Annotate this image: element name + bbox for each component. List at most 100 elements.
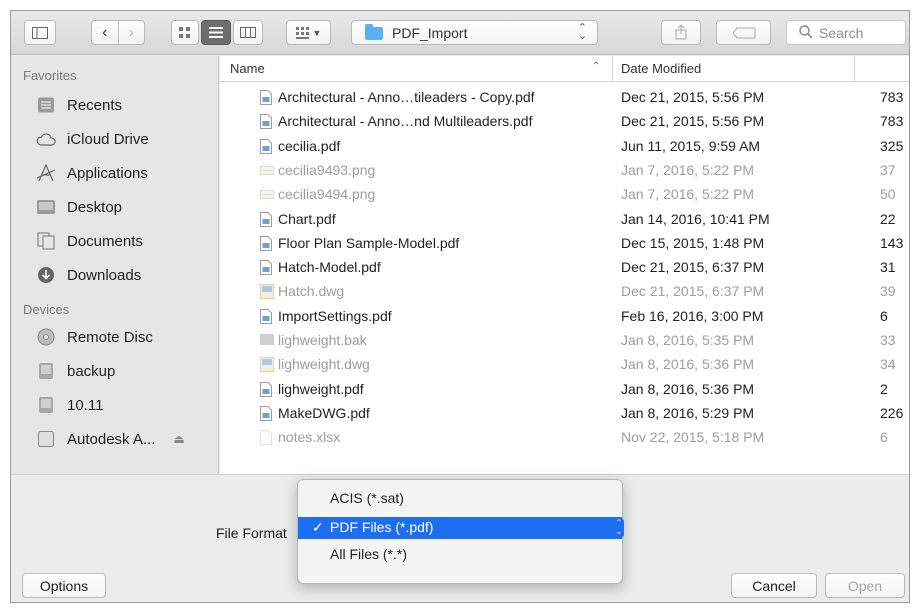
- file-name: cecilia9494.png: [278, 186, 376, 203]
- updown-arrows-icon: ⌃ ⌄: [577, 22, 587, 42]
- file-date-modified: Jan 7, 2016, 5:22 PM: [621, 186, 755, 203]
- file-format-label: File Format: [216, 525, 287, 541]
- file-date-modified: Jan 8, 2016, 5:36 PM: [621, 380, 755, 397]
- file-size: 33: [880, 332, 896, 348]
- sidebar-toggle-button[interactable]: [24, 20, 56, 45]
- sidebar-item-recents[interactable]: Recents: [35, 92, 122, 118]
- name-column-header[interactable]: Name: [230, 61, 265, 76]
- file-row[interactable]: Chart.pdf Jan 14, 2016, 10:41 PM 22: [220, 208, 909, 232]
- file-size: 6: [880, 429, 888, 446]
- share-button[interactable]: [661, 20, 701, 45]
- folder-icon: [365, 24, 383, 40]
- image-file-icon: [260, 163, 274, 178]
- devices-heading: Devices: [23, 302, 70, 317]
- pdf-file-icon: [260, 235, 272, 251]
- file-row[interactable]: ImportSettings.pdf Feb 16, 2016, 3:00 PM 6: [220, 305, 909, 329]
- file-date-modified: Dec 21, 2015, 6:37 PM: [621, 259, 765, 276]
- sidebar-item-label: backup: [67, 362, 116, 380]
- menu-item-label: ACIS (*.sat): [330, 490, 404, 506]
- file-date-modified: Jan 8, 2016, 5:35 PM: [621, 332, 755, 348]
- file-row[interactable]: Hatch-Model.pdf Dec 21, 2015, 6:37 PM 31: [220, 256, 909, 280]
- cloud-icon: [35, 129, 57, 149]
- file-row[interactable]: MakeDWG.pdf Jan 8, 2016, 5:29 PM 226: [220, 402, 909, 426]
- date-modified-column-header[interactable]: Date Modified: [621, 61, 701, 76]
- pdf-file-icon: [260, 114, 272, 130]
- pdf-file-icon: [260, 405, 272, 421]
- file-row[interactable]: Architectural - Anno…tileaders - Copy.pd…: [220, 86, 909, 110]
- sidebar-item-documents[interactable]: Documents: [35, 228, 143, 254]
- file-name: Hatch.dwg: [278, 283, 345, 300]
- menu-item-acis[interactable]: ACIS (*.sat): [298, 488, 622, 510]
- pdf-file-icon: [260, 211, 272, 227]
- file-date-modified: Jan 8, 2016, 5:29 PM: [621, 404, 755, 421]
- file-size: 22: [880, 210, 896, 227]
- file-row: Hatch.dwg Dec 21, 2015, 6:37 PM 39: [220, 280, 909, 304]
- column-view-button[interactable]: [233, 20, 263, 45]
- options-button[interactable]: Options: [22, 573, 106, 598]
- open-file-dialog: ‹ › ▼ PDF_Import ⌃ ⌄ Search Favorites Re…: [10, 10, 910, 603]
- sidebar-item-desktop[interactable]: Desktop: [35, 194, 122, 220]
- path-folder-name: PDF_Import: [392, 25, 468, 41]
- arrange-button[interactable]: ▼: [286, 20, 331, 45]
- file-date-modified: Dec 15, 2015, 1:48 PM: [621, 234, 765, 251]
- sidebar-item-remote-disc[interactable]: Remote Disc: [35, 324, 153, 350]
- dwg-file-icon: [260, 357, 274, 373]
- file-row: cecilia9493.png Jan 7, 2016, 5:22 PM 37: [220, 159, 909, 183]
- sidebar-item-downloads[interactable]: Downloads: [35, 262, 141, 288]
- file-format-menu: ACIS (*.sat) ✓ PDF Files (*.pdf) ⌃ ⌄ All …: [297, 479, 624, 584]
- column-divider[interactable]: [612, 56, 613, 82]
- sidebar-item-icloud-drive[interactable]: iCloud Drive: [35, 126, 149, 152]
- drive-icon: [35, 361, 57, 381]
- downloads-icon: [35, 265, 57, 285]
- recents-icon: [35, 95, 57, 115]
- sidebar-item-10-11[interactable]: 10.11: [35, 392, 103, 418]
- file-name: cecilia9493.png: [278, 161, 376, 178]
- search-field[interactable]: Search: [786, 20, 906, 45]
- column-divider[interactable]: [854, 56, 855, 82]
- open-button[interactable]: Open: [825, 573, 905, 598]
- eject-icon[interactable]: ⏏: [173, 432, 184, 446]
- documents-icon: [35, 231, 57, 251]
- file-name: lighweight.bak: [278, 332, 367, 348]
- file-size: 37: [880, 161, 896, 178]
- file-row: cecilia9494.png Jan 7, 2016, 5:22 PM 50: [220, 183, 909, 207]
- menu-item-label: PDF Files (*.pdf): [330, 519, 434, 535]
- file-row[interactable]: cecilia.pdf Jun 11, 2015, 9:59 AM 325: [220, 135, 909, 159]
- menu-item-pdf-files[interactable]: ✓ PDF Files (*.pdf) ⌃ ⌄: [298, 517, 624, 539]
- file-row[interactable]: lighweight.pdf Jan 8, 2016, 5:36 PM 2: [220, 378, 909, 402]
- sidebar-item-backup[interactable]: backup: [35, 358, 115, 384]
- cancel-button[interactable]: Cancel: [731, 573, 817, 598]
- sidebar-item-label: Documents: [67, 232, 143, 250]
- sidebar: Favorites Recents iCloud Drive Applicati…: [11, 56, 219, 474]
- file-date-modified: Nov 22, 2015, 5:18 PM: [621, 429, 765, 446]
- favorites-heading: Favorites: [23, 68, 77, 83]
- sidebar-item-autodesk[interactable]: Autodesk A... ⏏: [35, 426, 185, 452]
- spreadsheet-file-icon: [260, 430, 272, 446]
- back-button[interactable]: ‹: [92, 24, 118, 42]
- checkmark-icon: ✓: [312, 519, 324, 535]
- file-date-modified: Dec 21, 2015, 6:37 PM: [621, 283, 765, 300]
- file-row[interactable]: Architectural - Anno…nd Multileaders.pdf…: [220, 110, 909, 134]
- bak-file-icon: [260, 333, 274, 348]
- file-size: 50: [880, 186, 896, 203]
- file-name: Hatch-Model.pdf: [278, 259, 381, 276]
- chevron-down-icon: ▼: [312, 27, 322, 38]
- icon-view-button[interactable]: [171, 20, 199, 45]
- tags-button[interactable]: [716, 20, 771, 45]
- file-name: ImportSettings.pdf: [278, 307, 392, 324]
- sidebar-item-label: Desktop: [67, 198, 123, 216]
- sidebar-item-label: Remote Disc: [67, 328, 153, 346]
- list-view-button[interactable]: [201, 20, 231, 45]
- forward-button[interactable]: ›: [119, 24, 145, 42]
- sidebar-item-applications[interactable]: Applications: [35, 160, 148, 186]
- columns-icon: [240, 27, 256, 38]
- path-popup[interactable]: PDF_Import ⌃ ⌄: [351, 20, 598, 45]
- file-name: notes.xlsx: [278, 429, 341, 446]
- sidebar-item-label: Autodesk A...: [67, 430, 156, 448]
- search-icon: [799, 25, 813, 39]
- file-date-modified: Jan 8, 2016, 5:36 PM: [621, 356, 755, 373]
- file-row[interactable]: Floor Plan Sample-Model.pdf Dec 15, 2015,…: [220, 232, 909, 256]
- menu-item-all-files[interactable]: All Files (*.*): [298, 544, 622, 566]
- file-name: Architectural - Anno…nd Multileaders.pdf: [278, 113, 533, 130]
- file-size: 226: [880, 404, 904, 421]
